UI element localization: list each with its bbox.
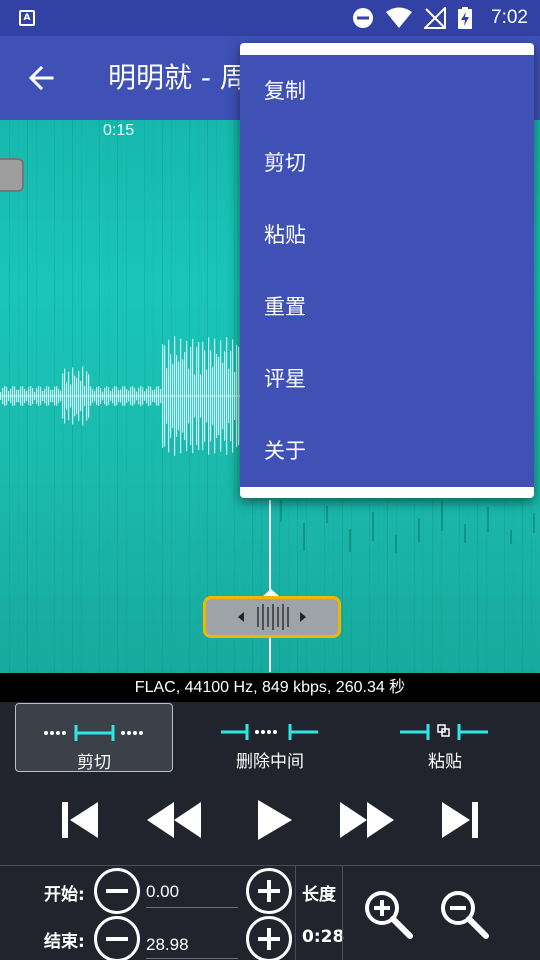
status-bar: A 7:02 — [0, 0, 540, 36]
skip-to-start-icon[interactable] — [56, 796, 104, 844]
overflow-menu: 复制 剪切 粘贴 重置 评星 关于 — [240, 43, 534, 498]
drag-grip-icon — [238, 604, 306, 630]
menu-item-reset[interactable]: 重置 — [240, 271, 534, 343]
fast-forward-icon[interactable] — [338, 796, 396, 844]
menu-item-copy[interactable]: 复制 — [240, 55, 534, 127]
mode-trim-button[interactable]: 剪切 — [15, 703, 173, 773]
page-title: 明明就 - 周 — [108, 61, 248, 94]
zoom-out-icon[interactable] — [436, 886, 492, 942]
clock: 7:02 — [491, 7, 528, 28]
length-value: 0:28 — [302, 927, 345, 947]
length-label: 长度 — [302, 885, 336, 905]
play-icon[interactable] — [250, 796, 298, 844]
mode-remove-middle-label: 删除中间 — [236, 752, 304, 772]
menu-item-about[interactable]: 关于 — [240, 415, 534, 487]
position-scrubber[interactable] — [203, 596, 341, 638]
trim-mode-icon — [44, 725, 143, 741]
app-notification-icon: A — [19, 10, 35, 26]
rewind-icon[interactable] — [145, 796, 203, 844]
start-label: 开始: — [44, 885, 85, 905]
skip-to-end-icon[interactable] — [436, 796, 484, 844]
remove-middle-icon — [221, 724, 318, 740]
end-decrease-button[interactable] — [94, 916, 140, 960]
start-increase-button[interactable] — [246, 868, 292, 914]
end-label: 结束: — [44, 932, 85, 952]
battery-charging-icon — [458, 7, 472, 29]
audio-info: FLAC, 44100 Hz, 849 kbps, 260.34 秒 — [0, 673, 540, 702]
end-value-field[interactable]: 28.98 — [146, 935, 189, 955]
control-panel: 剪切 删除中间 粘贴 开始: 0.00 结束: 28.98 长度 0:28 — [0, 702, 540, 960]
mode-paste-button[interactable]: 粘贴 — [366, 703, 524, 772]
mode-trim-label: 剪切 — [77, 753, 111, 773]
playback-cursor — [269, 500, 271, 672]
mode-remove-middle-button[interactable]: 删除中间 — [191, 703, 349, 772]
back-arrow-icon[interactable] — [24, 60, 60, 96]
time-marker: 0:15 — [103, 122, 135, 139]
end-increase-button[interactable] — [246, 916, 292, 960]
start-value-field[interactable]: 0.00 — [146, 882, 179, 902]
do-not-disturb-icon — [353, 8, 373, 28]
start-decrease-button[interactable] — [94, 868, 140, 914]
wifi-icon — [386, 7, 412, 28]
zoom-in-icon[interactable] — [360, 886, 416, 942]
menu-item-rate[interactable]: 评星 — [240, 343, 534, 415]
menu-item-cut[interactable]: 剪切 — [240, 127, 534, 199]
status-icons — [352, 6, 472, 30]
no-signal-icon — [424, 7, 446, 29]
menu-item-paste[interactable]: 粘贴 — [240, 199, 534, 271]
edit-fields: 开始: 0.00 结束: 28.98 长度 0:28 — [0, 865, 540, 960]
paste-mode-icon — [400, 724, 488, 740]
start-marker-handle[interactable] — [0, 158, 24, 192]
mode-paste-label: 粘贴 — [428, 752, 462, 772]
